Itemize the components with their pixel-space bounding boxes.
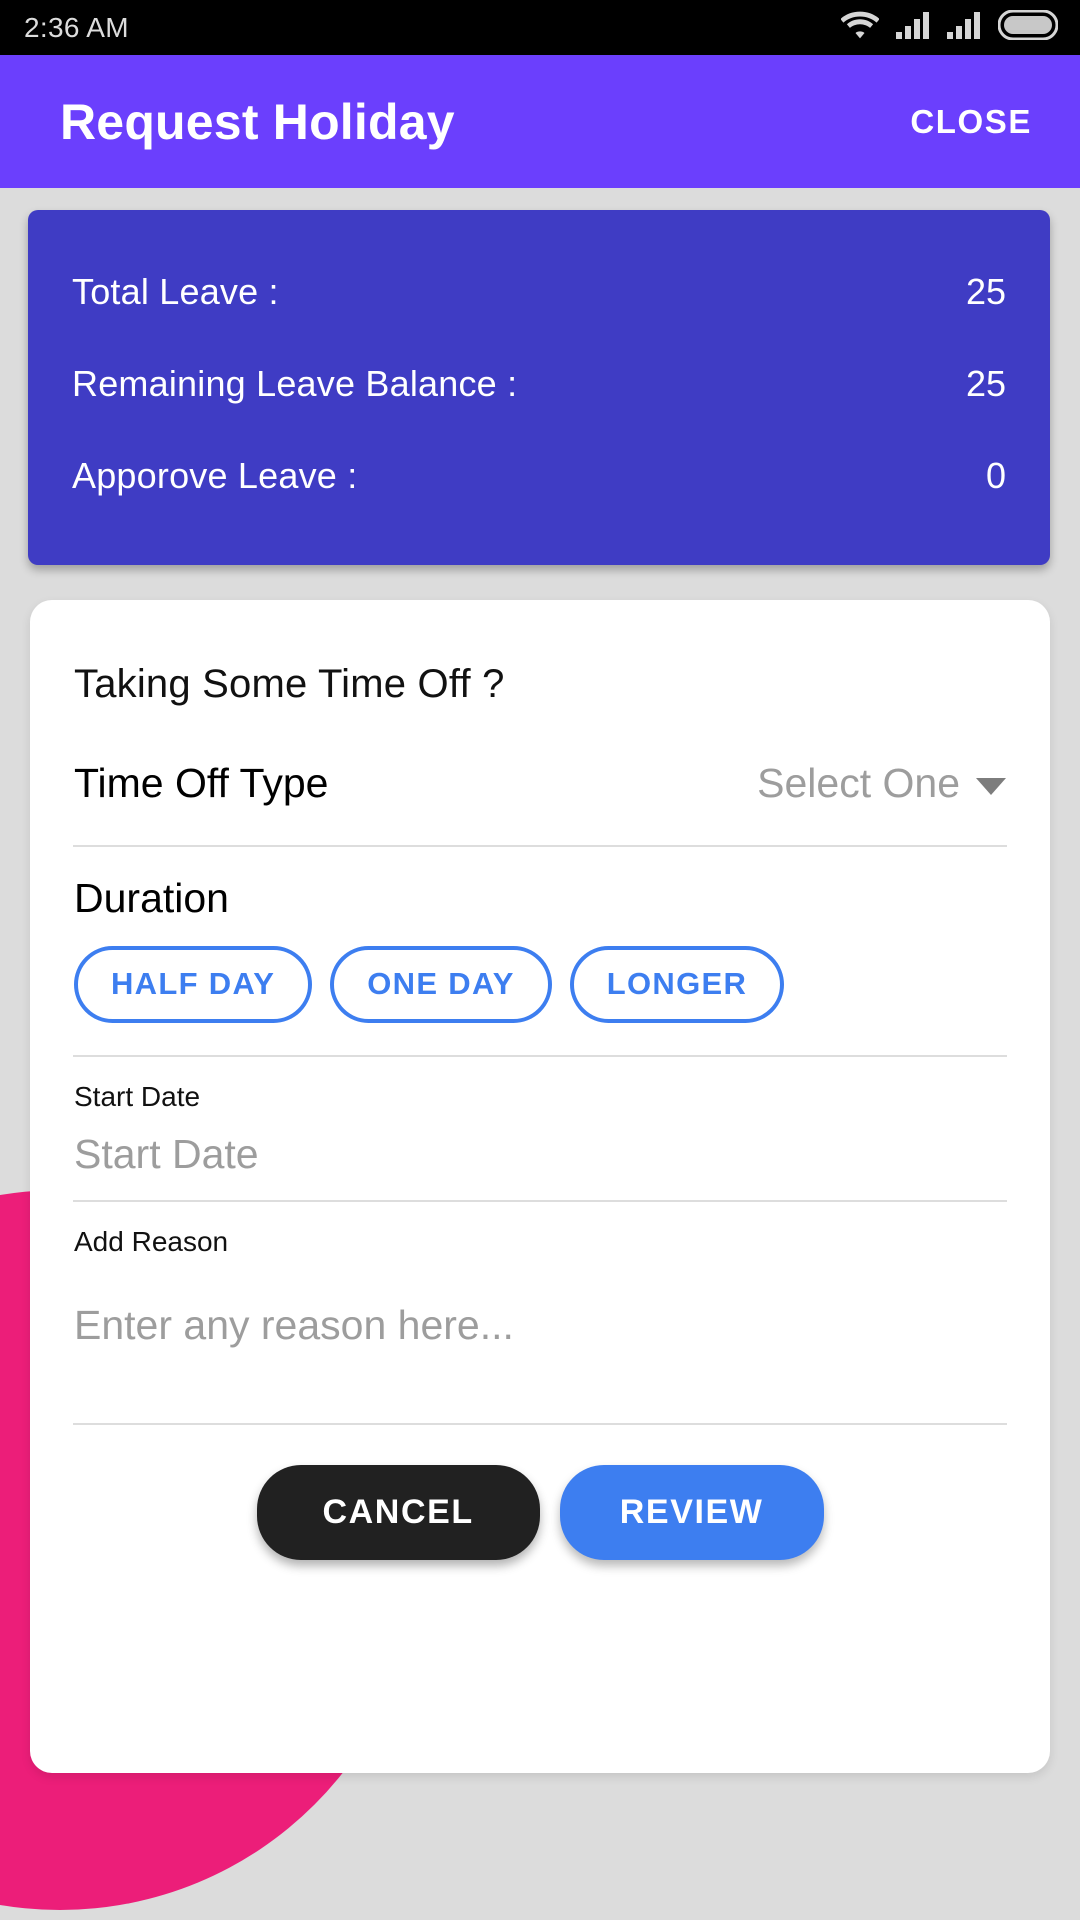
duration-chip-longer[interactable]: LONGER — [569, 946, 785, 1023]
time-off-type-label: Time Off Type — [74, 759, 329, 806]
signal-icon — [896, 11, 930, 44]
reason-input[interactable]: Enter any reason here... — [74, 1276, 1006, 1349]
status-bar: 2:36 AM — [0, 0, 1080, 55]
app-screen: 2:36 AM Request Holiday CLOSE Total Leav… — [0, 0, 1080, 1920]
start-date-label: Start Date — [74, 1081, 201, 1112]
app-bar: Request Holiday CLOSE — [0, 55, 1080, 188]
reason-section[interactable]: Add Reason Enter any reason here... — [74, 1202, 1006, 1423]
start-date-input[interactable]: Start Date — [74, 1131, 1006, 1178]
leave-value: 0 — [985, 455, 1006, 496]
time-off-type-row[interactable]: Time Off Type Select One — [74, 717, 1006, 845]
status-bar-icons — [840, 9, 1059, 45]
leave-label: Total Leave : — [72, 271, 279, 312]
duration-label: Duration — [74, 875, 229, 921]
cancel-button[interactable]: CANCEL — [256, 1465, 540, 1560]
duration-chip-half-day[interactable]: HALF DAY — [74, 946, 313, 1023]
time-off-type-value: Select One — [757, 759, 960, 806]
reason-label: Add Reason — [74, 1226, 229, 1257]
page-title: Request Holiday — [60, 93, 455, 150]
leave-summary-row: Apporove Leave : 0 — [72, 430, 1006, 522]
close-button[interactable]: CLOSE — [910, 103, 1032, 141]
duration-chip-one-day[interactable]: ONE DAY — [330, 946, 552, 1023]
leave-label: Remaining Leave Balance : — [72, 363, 518, 404]
wifi-icon — [840, 10, 880, 45]
signal-icon — [947, 11, 981, 44]
leave-label: Apporove Leave : — [72, 455, 358, 496]
leave-summary-card: Total Leave : 25 Remaining Leave Balance… — [28, 210, 1050, 565]
battery-icon — [997, 9, 1059, 45]
status-bar-clock: 2:36 AM — [24, 11, 129, 43]
leave-value: 25 — [965, 271, 1006, 312]
leave-summary-row: Remaining Leave Balance : 25 — [72, 338, 1006, 430]
leave-value: 25 — [965, 363, 1006, 404]
request-form-card: Taking Some Time Off ? Time Off Type Sel… — [30, 600, 1050, 1773]
form-actions: CANCEL REVIEW — [74, 1425, 1006, 1560]
chevron-down-icon — [976, 777, 1006, 795]
duration-options: HALF DAY ONE DAY LONGER — [74, 946, 1006, 1023]
start-date-section[interactable]: Start Date Start Date — [74, 1057, 1006, 1200]
duration-section: Duration HALF DAY ONE DAY LONGER — [74, 847, 1006, 1055]
review-button[interactable]: REVIEW — [559, 1465, 824, 1560]
leave-summary-row: Total Leave : 25 — [72, 246, 1006, 338]
form-heading: Taking Some Time Off ? — [74, 662, 505, 706]
time-off-type-select[interactable]: Select One — [757, 760, 1006, 807]
